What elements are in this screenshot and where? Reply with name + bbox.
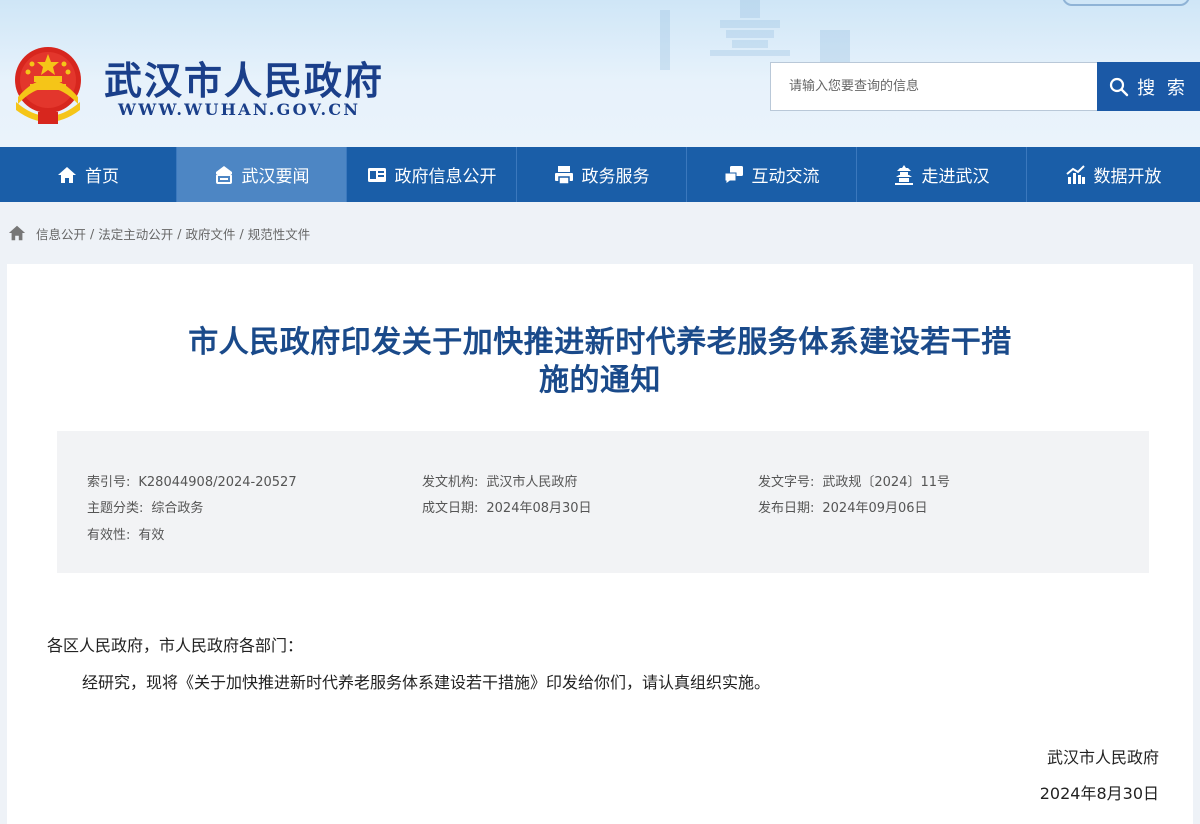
nav-item-gov-info[interactable]: 政府信息公开 bbox=[347, 147, 517, 202]
signer: 武汉市人民政府 bbox=[1046, 748, 1159, 767]
news-icon bbox=[215, 165, 232, 184]
home-icon bbox=[58, 166, 76, 183]
nav-label: 首页 bbox=[85, 167, 119, 187]
article-container: 市人民政府印发关于加快推进新时代养老服务体系建设若干措 施的通知 索引号: K28… bbox=[7, 264, 1193, 824]
breadcrumb-link[interactable]: 政府文件 bbox=[185, 224, 235, 243]
nav-label: 政府信息公开 bbox=[394, 167, 497, 187]
nav-label: 互动交流 bbox=[751, 167, 820, 187]
article-title: 市人民政府印发关于加快推进新时代养老服务体系建设若干措 施的通知 bbox=[67, 324, 1133, 400]
meta-topic: 主题分类: 综合政务 bbox=[87, 501, 204, 516]
search-icon bbox=[1110, 77, 1129, 96]
breadcrumb-link[interactable]: 法定主动公开 bbox=[98, 224, 173, 243]
chart-icon bbox=[1065, 164, 1085, 184]
nav-label: 走进武汉 bbox=[921, 167, 990, 187]
meta-issuer: 发文机构: 武汉市人民政府 bbox=[422, 475, 578, 490]
breadcrumb-link[interactable]: 信息公开 bbox=[36, 224, 86, 243]
site-name: 武汉市人民政府 bbox=[104, 58, 385, 103]
nav-label: 政务服务 bbox=[581, 167, 650, 187]
search-input[interactable] bbox=[770, 62, 1098, 111]
top-right-decoration bbox=[1062, 0, 1190, 6]
site-header: 武汉市人民政府 WWW.WUHAN.GOV.CN 搜 索 bbox=[0, 0, 1200, 147]
breadcrumb-separator: / bbox=[90, 225, 95, 241]
chat-icon bbox=[724, 165, 743, 185]
meta-validity: 有效性: 有效 bbox=[87, 528, 165, 543]
id-card-icon bbox=[367, 167, 386, 182]
article-title-line: 施的通知 bbox=[539, 363, 661, 398]
search-button-label: 搜 索 bbox=[1137, 77, 1188, 99]
body-paragraph: 经研究，现将《关于加快推进新时代养老服务体系建设若干措施》印发给你们，请认真组织… bbox=[82, 673, 771, 692]
meta-doc-no: 发文字号: 武政规〔2024〕11号 bbox=[758, 475, 951, 490]
nav-item-wuhan-news[interactable]: 武汉要闻 bbox=[177, 147, 347, 202]
meta-published-date: 发布日期: 2024年09月06日 bbox=[758, 501, 928, 516]
article-title-line: 市人民政府印发关于加快推进新时代养老服务体系建设若干措 bbox=[188, 325, 1012, 360]
site-url: WWW.WUHAN.GOV.CN bbox=[118, 100, 361, 119]
nav-label: 数据开放 bbox=[1093, 167, 1162, 187]
nav-item-explore-wuhan[interactable]: 走进武汉 bbox=[857, 147, 1027, 202]
nav-item-gov-services[interactable]: 政务服务 bbox=[517, 147, 687, 202]
home-icon[interactable] bbox=[8, 224, 26, 242]
nav-item-home[interactable]: 首页 bbox=[0, 147, 177, 202]
nav-item-interaction[interactable]: 互动交流 bbox=[687, 147, 857, 202]
meta-index-no: 索引号: K28044908/2024-20527 bbox=[87, 475, 297, 490]
search-button[interactable]: 搜 索 bbox=[1097, 62, 1200, 111]
breadcrumb-separator: / bbox=[239, 225, 244, 241]
national-emblem-icon bbox=[15, 47, 81, 124]
document-metadata: 索引号: K28044908/2024-20527 发文机构: 武汉市人民政府 发文… bbox=[57, 431, 1149, 573]
breadcrumb-separator: / bbox=[177, 225, 182, 241]
salutation: 各区人民政府，市人民政府各部门： bbox=[47, 636, 304, 655]
breadcrumb-link[interactable]: 规范性文件 bbox=[248, 224, 311, 243]
nav-item-open-data[interactable]: 数据开放 bbox=[1027, 147, 1200, 202]
pagoda-icon bbox=[894, 164, 913, 185]
sign-date: 2024年8月30日 bbox=[1039, 784, 1159, 803]
main-nav: 首页 武汉要闻 政府信息公开 政务服务 互动交流 走进武汉 数据开放 bbox=[0, 147, 1200, 202]
printer-icon bbox=[554, 165, 573, 185]
meta-created-date: 成文日期: 2024年08月30日 bbox=[422, 501, 592, 516]
nav-label: 武汉要闻 bbox=[241, 167, 310, 187]
breadcrumb: 信息公开 / 法定主动公开 / 政府文件 / 规范性文件 bbox=[0, 202, 1200, 264]
